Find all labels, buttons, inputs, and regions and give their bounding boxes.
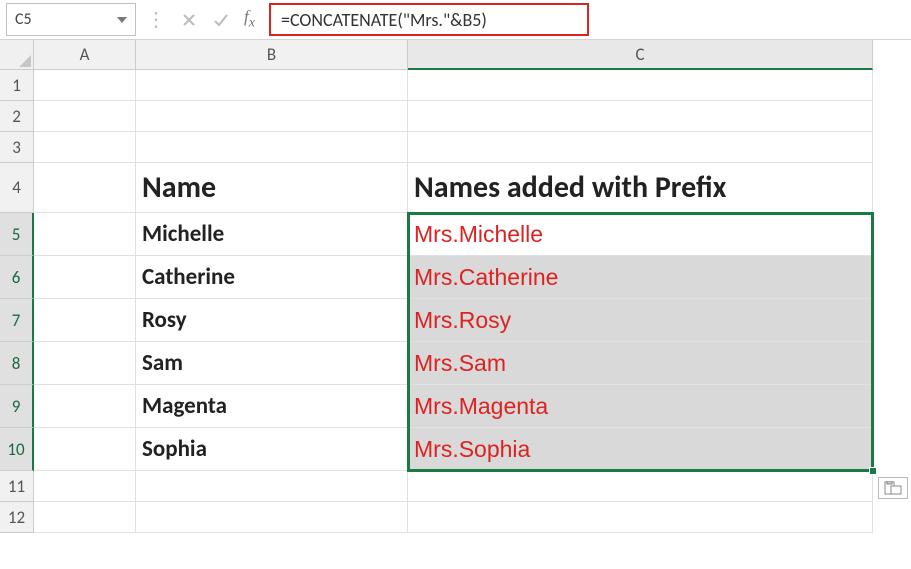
formula-bar: C5 ⋮ fx =CONCATENATE("Mrs."&B5): [0, 0, 911, 40]
fx-icon[interactable]: fx: [240, 7, 263, 31]
cell-B3[interactable]: [136, 132, 408, 163]
cell-A2[interactable]: [34, 101, 136, 132]
cell-B1[interactable]: [136, 70, 408, 101]
cell-B11[interactable]: [136, 471, 408, 502]
paste-options-button[interactable]: [878, 477, 908, 499]
cell-C5[interactable]: Mrs.Michelle: [408, 213, 873, 256]
cell-B8[interactable]: Sam: [136, 342, 408, 385]
row-headers: 123456789101112: [0, 70, 34, 533]
chevron-down-icon[interactable]: [117, 17, 127, 23]
formula-text: =CONCATENATE("Mrs."&B5): [281, 9, 487, 31]
cell-C11[interactable]: [408, 471, 873, 502]
cell-C10[interactable]: Mrs.Sophia: [408, 428, 873, 471]
cell-A12[interactable]: [34, 502, 136, 533]
row-header-9[interactable]: 9: [0, 385, 34, 428]
fill-handle[interactable]: [869, 467, 877, 475]
cell-B9[interactable]: Magenta: [136, 385, 408, 428]
row-header-10[interactable]: 10: [0, 428, 34, 471]
cell-A6[interactable]: [34, 256, 136, 299]
cell-C8[interactable]: Mrs.Sam: [408, 342, 873, 385]
column-headers: A B C: [34, 40, 873, 70]
cell-C2[interactable]: [408, 101, 873, 132]
column-header-b[interactable]: B: [136, 40, 408, 70]
cancel-icon[interactable]: [176, 12, 202, 28]
row-header-4[interactable]: 4: [0, 163, 34, 213]
row-header-8[interactable]: 8: [0, 342, 34, 385]
cell-C6[interactable]: Mrs.Catherine: [408, 256, 873, 299]
row-header-5[interactable]: 5: [0, 213, 34, 256]
column-header-c[interactable]: C: [408, 40, 873, 70]
name-box-value: C5: [15, 10, 32, 29]
row-header-7[interactable]: 7: [0, 299, 34, 342]
cell-A1[interactable]: [34, 70, 136, 101]
cell-C7[interactable]: Mrs.Rosy: [408, 299, 873, 342]
cell-C4[interactable]: Names added with Prefix: [408, 163, 873, 213]
row-header-12[interactable]: 12: [0, 502, 34, 533]
cell-B10[interactable]: Sophia: [136, 428, 408, 471]
select-all-corner[interactable]: [0, 40, 34, 70]
cells-area: NameNames added with PrefixMichelleMrs.M…: [34, 70, 873, 533]
enter-icon[interactable]: [208, 12, 234, 28]
name-box[interactable]: C5: [6, 3, 136, 36]
row-header-11[interactable]: 11: [0, 471, 34, 502]
cell-A8[interactable]: [34, 342, 136, 385]
cell-A9[interactable]: [34, 385, 136, 428]
separator-icon: ⋮: [142, 7, 170, 32]
cell-C1[interactable]: [408, 70, 873, 101]
cell-C12[interactable]: [408, 502, 873, 533]
cell-B7[interactable]: Rosy: [136, 299, 408, 342]
row-header-6[interactable]: 6: [0, 256, 34, 299]
cell-A4[interactable]: [34, 163, 136, 213]
cell-A11[interactable]: [34, 471, 136, 502]
cell-B12[interactable]: [136, 502, 408, 533]
cell-B6[interactable]: Catherine: [136, 256, 408, 299]
row-header-2[interactable]: 2: [0, 101, 34, 132]
cell-C3[interactable]: [408, 132, 873, 163]
cell-A3[interactable]: [34, 132, 136, 163]
cell-B5[interactable]: Michelle: [136, 213, 408, 256]
column-header-a[interactable]: A: [34, 40, 136, 70]
formula-input[interactable]: =CONCATENATE("Mrs."&B5): [269, 3, 589, 36]
cell-A10[interactable]: [34, 428, 136, 471]
cell-C9[interactable]: Mrs.Magenta: [408, 385, 873, 428]
cell-A5[interactable]: [34, 213, 136, 256]
row-header-1[interactable]: 1: [0, 70, 34, 101]
cell-A7[interactable]: [34, 299, 136, 342]
cell-B4[interactable]: Name: [136, 163, 408, 213]
row-header-3[interactable]: 3: [0, 132, 34, 163]
cell-B2[interactable]: [136, 101, 408, 132]
